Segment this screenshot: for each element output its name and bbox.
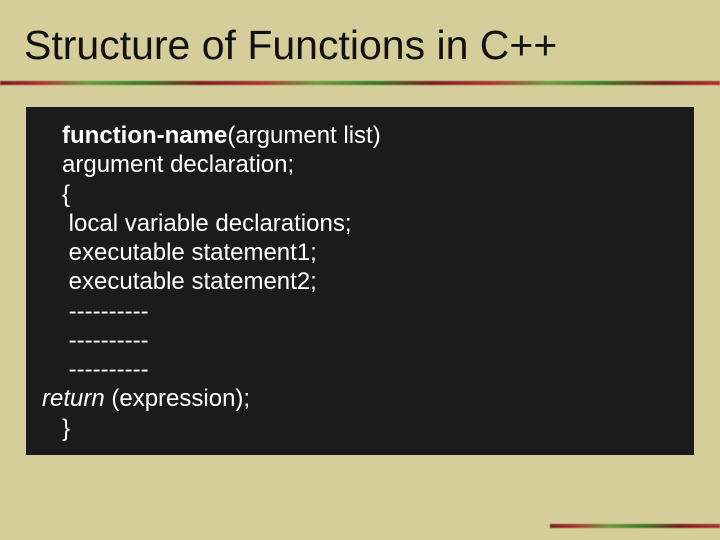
code-text: local variable declarations; bbox=[62, 210, 352, 237]
code-text: } bbox=[62, 415, 70, 442]
code-line-10: return (expression); bbox=[42, 384, 678, 413]
code-text: executable statement1; bbox=[62, 239, 317, 266]
code-text: argument declaration; bbox=[62, 151, 294, 178]
code-line-3: { bbox=[42, 180, 678, 209]
code-text: (expression); bbox=[105, 385, 250, 412]
footer bbox=[0, 522, 720, 540]
code-line-4: local variable declarations; bbox=[42, 209, 678, 238]
code-line-1: function-name(argument list) bbox=[42, 121, 678, 150]
code-text: executable statement2; bbox=[62, 268, 317, 295]
footer-stripe bbox=[550, 524, 720, 528]
code-text: { bbox=[62, 181, 70, 208]
return-keyword: return bbox=[42, 385, 105, 412]
title-underline bbox=[0, 81, 720, 85]
slide-title: Structure of Functions in C++ bbox=[0, 0, 720, 81]
code-text: (argument list) bbox=[227, 122, 380, 149]
code-line-5: executable statement1; bbox=[42, 238, 678, 267]
function-name-keyword: function-name bbox=[62, 122, 227, 149]
code-line-6: executable statement2; bbox=[42, 267, 678, 296]
code-line-11: } bbox=[42, 414, 678, 443]
code-block: function-name(argument list) argument de… bbox=[26, 107, 694, 455]
code-line-9: ---------- bbox=[42, 355, 678, 384]
code-text: ---------- bbox=[62, 327, 149, 354]
code-line-8: ---------- bbox=[42, 326, 678, 355]
code-line-7: ---------- bbox=[42, 297, 678, 326]
code-text: ---------- bbox=[62, 298, 149, 325]
code-line-2: argument declaration; bbox=[42, 150, 678, 179]
code-text: ---------- bbox=[62, 356, 149, 383]
